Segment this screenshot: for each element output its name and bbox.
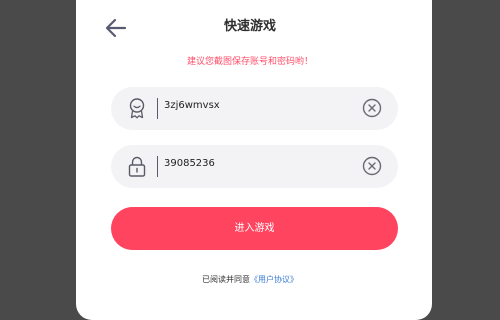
enter-game-button[interactable]: 进入游戏 bbox=[111, 207, 398, 250]
clear-icon bbox=[362, 156, 382, 176]
user-badge-icon bbox=[129, 98, 145, 119]
clear-username-button[interactable] bbox=[362, 98, 382, 118]
field-divider bbox=[157, 156, 158, 177]
save-credentials-notice: 建议您截图保存账号和密码哟！ bbox=[186, 57, 313, 67]
agreement-prefix: 已阅读并同意 bbox=[202, 275, 250, 284]
username-field[interactable]: 3zj6wmvsx bbox=[111, 87, 398, 130]
user-agreement-link[interactable]: 《用户协议》 bbox=[250, 275, 298, 284]
page-title: 快速游戏 bbox=[223, 19, 276, 34]
field-divider bbox=[157, 98, 158, 119]
password-field[interactable]: 39085236 bbox=[111, 145, 398, 188]
agreement-text: 已阅读并同意《用户协议》 bbox=[0, 274, 500, 285]
username-value[interactable]: 3zj6wmvsx bbox=[164, 100, 220, 111]
clear-password-button[interactable] bbox=[362, 156, 382, 176]
clear-icon bbox=[362, 98, 382, 118]
password-value[interactable]: 39085236 bbox=[164, 158, 215, 169]
lock-icon bbox=[128, 156, 146, 177]
